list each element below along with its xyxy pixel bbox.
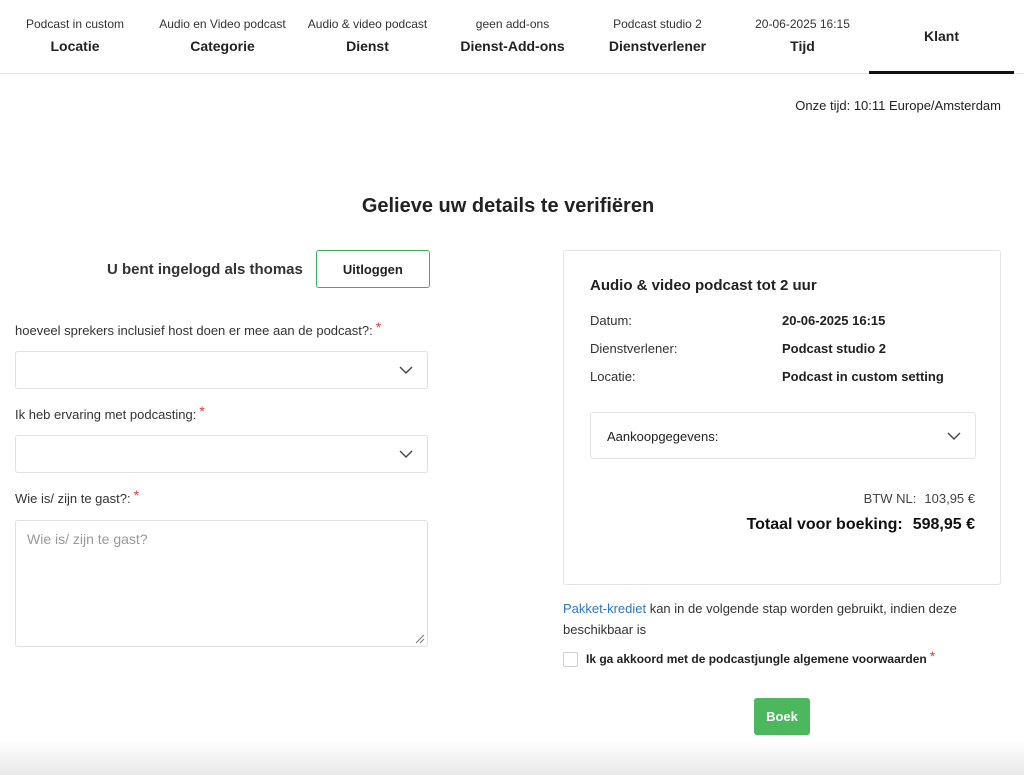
step-sub: Audio & video podcast bbox=[307, 17, 428, 31]
speakers-label-text: hoeveel sprekers inclusief host doen er … bbox=[15, 323, 373, 338]
guest-textarea[interactable] bbox=[15, 520, 428, 647]
experience-label: Ik heb ervaring met podcasting: * bbox=[15, 403, 205, 422]
required-mark: * bbox=[375, 319, 382, 335]
step-categorie[interactable]: Audio en Video podcast Categorie bbox=[150, 0, 295, 74]
guest-label-text: Wie is/ zijn te gast?: bbox=[15, 491, 131, 506]
required-mark: * bbox=[133, 487, 140, 503]
step-sub: Podcast in custom bbox=[25, 17, 125, 31]
speakers-select[interactable] bbox=[15, 351, 428, 389]
resize-handle-icon[interactable] bbox=[415, 634, 425, 644]
summary-value: Podcast in custom setting bbox=[782, 369, 944, 384]
total-label: Totaal voor boeking: bbox=[746, 516, 903, 533]
step-sub: geen add-ons bbox=[475, 17, 550, 31]
chevron-down-icon bbox=[399, 450, 413, 458]
step-klant[interactable]: Klant bbox=[869, 0, 1014, 74]
purchase-details-dropdown[interactable]: Aankoopgegevens: bbox=[590, 412, 976, 459]
step-title: Dienst bbox=[346, 38, 389, 54]
step-title: Categorie bbox=[190, 38, 255, 54]
step-title: Tijd bbox=[790, 38, 815, 54]
step-tijd[interactable]: 20-06-2025 16:15 Tijd bbox=[730, 0, 875, 74]
service-title: Audio & video podcast tot 2 uur bbox=[590, 277, 817, 294]
summary-key: Locatie: bbox=[590, 369, 636, 384]
terms-agreement: Ik ga akkoord met de podcastjungle algem… bbox=[563, 648, 936, 667]
timezone-info: Onze tijd: 10:11 Europe/Amsterdam bbox=[795, 98, 1001, 113]
bottom-fade bbox=[0, 740, 1024, 775]
chevron-down-icon bbox=[947, 432, 961, 440]
step-locatie[interactable]: Podcast in custom Locatie bbox=[0, 0, 150, 74]
required-mark: * bbox=[199, 403, 205, 419]
step-dienst[interactable]: Audio & video podcast Dienst bbox=[295, 0, 440, 74]
vat-label: BTW NL: bbox=[863, 491, 917, 506]
guest-label: Wie is/ zijn te gast?: * bbox=[15, 487, 140, 506]
total-line: Totaal voor boeking: 598,95 € bbox=[747, 516, 975, 534]
terms-checkbox[interactable] bbox=[563, 651, 578, 667]
experience-select[interactable] bbox=[15, 435, 428, 473]
total-value: 598,95 € bbox=[912, 516, 975, 533]
experience-label-text: Ik heb ervaring met podcasting: bbox=[15, 407, 197, 422]
step-title: Dienstverlener bbox=[608, 38, 707, 54]
step-sub: Podcast studio 2 bbox=[613, 17, 702, 31]
step-dienst-add-ons[interactable]: geen add-ons Dienst-Add-ons bbox=[440, 0, 585, 74]
step-dienstverlener[interactable]: Podcast studio 2 Dienstverlener bbox=[585, 0, 730, 74]
book-button[interactable]: Boek bbox=[754, 698, 810, 735]
step-title: Dienst-Add-ons bbox=[460, 38, 565, 54]
summary-value: Podcast studio 2 bbox=[782, 341, 887, 356]
booking-summary-card: Audio & video podcast tot 2 uur Datum: 2… bbox=[563, 250, 1001, 585]
purchase-details-label: Aankoopgegevens: bbox=[607, 429, 719, 444]
package-credit-link[interactable]: Pakket-krediet bbox=[563, 601, 646, 616]
summary-value: 20-06-2025 16:15 bbox=[782, 313, 886, 328]
vat-line: BTW NL: 103,95 € bbox=[864, 491, 975, 506]
logged-in-text: U bent ingelogd als thomas bbox=[107, 260, 303, 278]
package-credit-note: Pakket-krediet kan in de volgende stap w… bbox=[563, 598, 983, 640]
speakers-label: hoeveel sprekers inclusief host doen er … bbox=[15, 319, 382, 338]
login-status: U bent ingelogd als thomas Uitloggen bbox=[107, 250, 430, 288]
step-title: Klant bbox=[924, 27, 959, 44]
terms-label: Ik ga akkoord met de podcastjungle algem… bbox=[586, 652, 927, 666]
summary-key: Datum: bbox=[590, 313, 632, 328]
vat-value: 103,95 € bbox=[924, 491, 975, 506]
required-mark: * bbox=[929, 648, 936, 664]
steps-bar: Podcast in custom Locatie Audio en Video… bbox=[0, 0, 1024, 74]
step-sub: Audio en Video podcast bbox=[159, 17, 286, 31]
step-title: Locatie bbox=[50, 38, 100, 54]
logout-button[interactable]: Uitloggen bbox=[315, 250, 430, 288]
summary-key: Dienstverlener: bbox=[590, 341, 678, 356]
step-sub: 20-06-2025 16:15 bbox=[755, 17, 850, 31]
chevron-down-icon bbox=[399, 366, 413, 374]
page-title: Gelieve uw details te verifiëren bbox=[361, 195, 655, 217]
